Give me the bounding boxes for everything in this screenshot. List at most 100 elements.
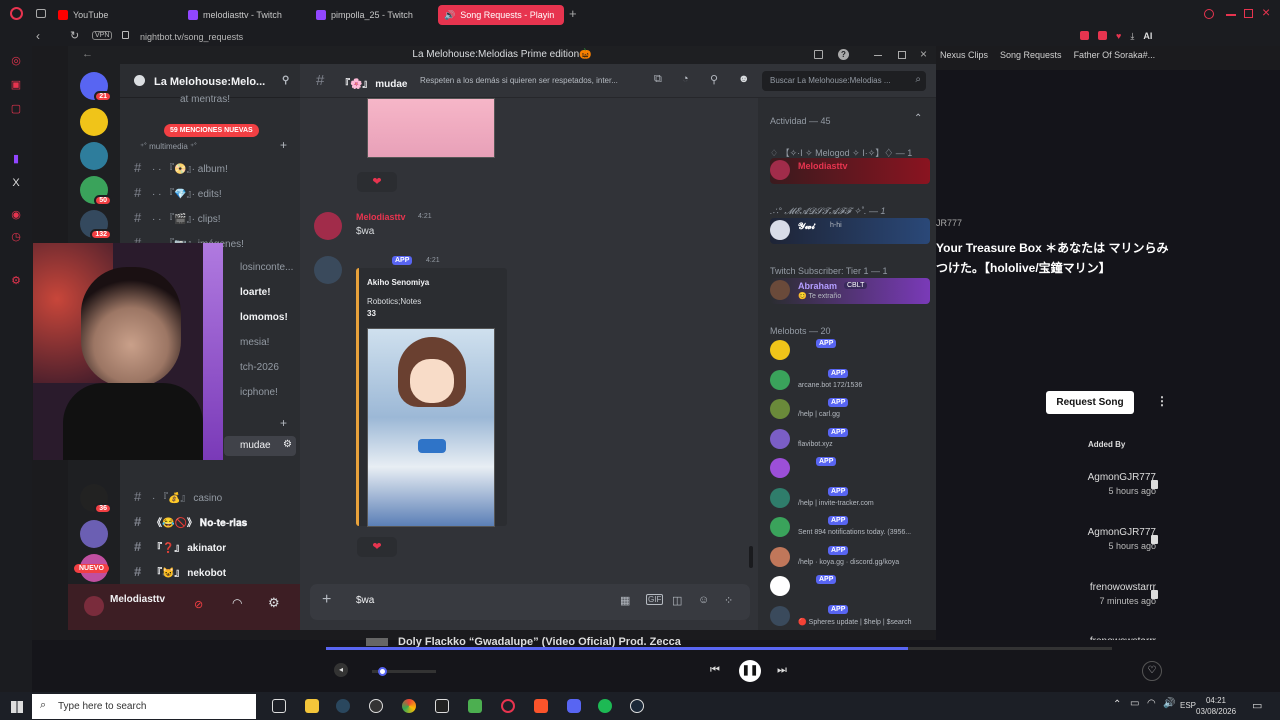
chat-scrollbar[interactable] — [749, 546, 753, 568]
server-icon[interactable] — [80, 520, 108, 548]
reaction-button[interactable]: ❤ — [357, 537, 397, 557]
emoji-icon[interactable]: ☺ — [698, 594, 709, 606]
server-icon[interactable] — [80, 108, 108, 136]
activity-header[interactable]: Actividad — 45 — [770, 116, 831, 126]
network-icon[interactable]: ▭ — [1130, 698, 1139, 709]
channel-nekobot[interactable]: # 『😺』 nekobot — [134, 564, 226, 579]
avatar[interactable] — [314, 256, 342, 284]
channel-partial[interactable]: mesia! — [240, 337, 269, 348]
history-icon[interactable]: ◷ — [9, 230, 23, 244]
bot-member-item[interactable]: APP/help | invite-tracker.com — [770, 486, 930, 512]
avatar[interactable] — [84, 596, 104, 616]
previous-track-icon[interactable]: ⏮ — [710, 664, 720, 677]
bell-icon[interactable]: ◔ — [682, 73, 689, 85]
messenger-icon[interactable]: ▣ — [9, 78, 23, 92]
pin-icon[interactable]: ⚲ — [710, 73, 718, 86]
channel-topic[interactable]: Respeten a los demás si quieren ser resp… — [420, 76, 642, 85]
channel-partial[interactable]: lomomos! — [240, 312, 288, 323]
minecraft-icon[interactable] — [468, 699, 482, 713]
tab-song-requests[interactable]: 🔊 Song Requests - Playin — [438, 5, 564, 25]
delete-icon[interactable] — [1151, 535, 1158, 544]
channel-partial[interactable]: losinconte... — [240, 262, 293, 273]
tab-menu-icon[interactable] — [36, 9, 46, 18]
extension-icon[interactable] — [1080, 31, 1089, 40]
avatar[interactable] — [314, 212, 342, 240]
delete-icon[interactable] — [1151, 480, 1158, 489]
channel-edits[interactable]: # · · 『💎』· edits! — [134, 185, 222, 200]
file-explorer-icon[interactable] — [305, 699, 319, 713]
instagram-icon[interactable]: ▢ — [9, 102, 23, 116]
opera-logo-icon[interactable] — [10, 7, 23, 20]
steam-icon[interactable] — [630, 699, 644, 713]
message-composer[interactable]: + $wa ▦ GIF ◫ ☺ ⁘ — [310, 584, 750, 620]
bot-member-item[interactable]: APP 🔴 Spheres update | $help | $search — [770, 604, 930, 630]
request-song-button[interactable]: Request Song — [1046, 391, 1134, 414]
shield-icon[interactable] — [1098, 31, 1107, 40]
bot-member-item[interactable]: APP arcane.bot 172/1536 — [770, 368, 930, 394]
server-icon[interactable]: 132 — [80, 210, 112, 240]
url-field[interactable]: nightbot.tv/song_requests — [140, 29, 660, 45]
volume-slider[interactable] — [372, 667, 436, 676]
add-member-icon[interactable]: ⚲ — [282, 75, 289, 86]
user-settings-icon[interactable]: ⚙ — [268, 595, 280, 611]
notifications-icon[interactable]: ▭ — [1252, 699, 1262, 712]
brave-icon[interactable] — [534, 699, 548, 713]
opera-taskbar-icon[interactable] — [501, 699, 515, 713]
bookmark-song-requests[interactable]: Song Requests — [1000, 50, 1062, 66]
username[interactable]: Melodiasttv — [110, 594, 165, 605]
reaction-button[interactable]: ❤ — [357, 172, 397, 192]
epic-games-icon[interactable] — [435, 699, 449, 713]
apps-icon[interactable]: ⁘ — [724, 594, 733, 607]
channel-settings-icon[interactable]: ⚙ — [283, 439, 292, 450]
message-author[interactable]: Melodiasttv — [356, 212, 406, 222]
composer-text[interactable]: $wa — [356, 595, 374, 606]
new-tab-button[interactable]: + — [569, 6, 577, 21]
volume-knob[interactable] — [377, 667, 387, 676]
guild-header[interactable]: La Melohouse:Melo... ⚲ — [120, 64, 300, 98]
tab-melodiasttv-twitch[interactable]: melodiasttv - Twitch — [188, 5, 306, 25]
vpn-badge[interactable]: VPN — [92, 31, 113, 40]
wifi-icon[interactable]: ◠ — [1147, 698, 1156, 709]
channel-mudae-selected[interactable]: mudae ⚙ — [224, 436, 296, 456]
headphones-icon[interactable]: ◠ — [232, 596, 242, 610]
volume-tray-icon[interactable]: 🔊 — [1163, 698, 1175, 709]
delete-icon[interactable] — [1151, 590, 1158, 599]
bookmark-nexus-clips[interactable]: Nexus Clips — [940, 50, 988, 66]
gif-icon[interactable]: GIF — [646, 594, 664, 605]
channel-partial[interactable]: icphone! — [240, 387, 278, 398]
search-tabs-icon[interactable] — [1204, 9, 1214, 19]
sticker-icon[interactable]: ◫ — [672, 594, 682, 607]
channel-no-te-rias[interactable]: # 《😂🚫》 𝐍𝐨-𝐭𝐞-𝐫𝐢𝐚𝐬 — [134, 514, 247, 529]
member-item[interactable]: Melodiasttv — [770, 158, 930, 184]
channel-clips[interactable]: # · · 『🎬』· clips! — [134, 210, 221, 225]
steam-icon[interactable] — [336, 699, 350, 713]
bot-member-item[interactable]: APP Sent 894 notifications today. (3956..… — [770, 515, 930, 541]
chrome-icon[interactable] — [402, 699, 416, 713]
inbox-icon[interactable] — [814, 50, 823, 59]
task-view-icon[interactable] — [272, 699, 286, 713]
window-close-icon[interactable]: × — [920, 47, 927, 61]
server-icon[interactable]: 50 — [80, 176, 112, 206]
tab-pimpolla-twitch[interactable]: pimpolla_25 - Twitch — [316, 5, 434, 25]
back-icon[interactable]: ‹ — [36, 29, 40, 43]
favorite-icon[interactable]: ♡ — [1142, 661, 1162, 681]
taskbar-search-input[interactable]: ⌕ Type here to search — [32, 694, 256, 719]
server-icon[interactable] — [80, 142, 108, 170]
member-item[interactable]: 𝓨𝔀𝓲 h-hi — [770, 218, 930, 244]
bookmark-father-of-soraka[interactable]: Father Of Soraka#... — [1074, 50, 1156, 66]
channel-akinator[interactable]: # 『❓』 akinator — [134, 539, 226, 554]
settings-icon[interactable]: ⚙ — [9, 274, 23, 288]
direct-messages-icon[interactable]: 21 — [80, 72, 112, 102]
volume-icon[interactable]: ◂ — [334, 663, 348, 677]
server-icon[interactable]: 36 — [80, 484, 112, 514]
collapse-chevron-icon[interactable]: ⌃ — [914, 113, 922, 124]
add-channel-icon[interactable]: + — [280, 138, 287, 152]
clock[interactable]: 04:21 03/08/2026 — [1196, 695, 1236, 717]
spotify-icon[interactable] — [598, 699, 612, 713]
help-icon[interactable]: ? — [838, 49, 849, 60]
language-indicator[interactable]: ESP — [1180, 701, 1196, 710]
bot-member-item[interactable]: APP — [770, 338, 930, 364]
opera-ai-icon[interactable]: ◎ — [9, 54, 23, 68]
bot-member-item[interactable]: APP/help | carl.gg — [770, 397, 930, 423]
tray-chevron-icon[interactable]: ⌃ — [1113, 699, 1121, 710]
